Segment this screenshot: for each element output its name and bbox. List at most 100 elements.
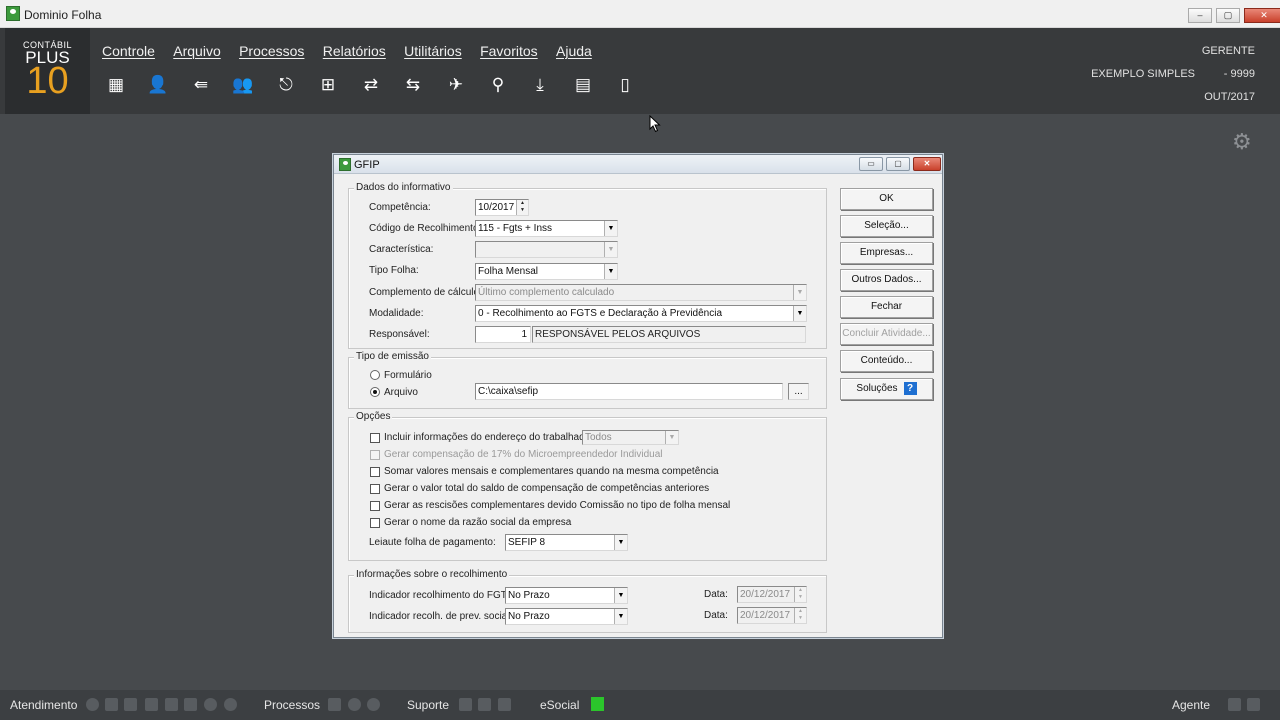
modalidade-select[interactable]: 0 - Recolhimento ao FGTS e Declaração à … — [475, 305, 807, 322]
dialog-minimize-button[interactable]: ▭ — [859, 157, 883, 171]
prev-indicator-select[interactable]: No Prazo ▼ — [505, 608, 628, 625]
menu-relatorios[interactable]: Relatórios — [323, 43, 386, 59]
arquivo-path-field[interactable]: C:\caixa\sefip — [475, 383, 783, 400]
agent-list-icon[interactable] — [1247, 698, 1260, 711]
prev-indicator-label: Indicador recolh. de prev. social: — [369, 611, 513, 622]
chevron-down-icon: ▼ — [604, 264, 617, 279]
saldo-compensacao-checkbox[interactable] — [370, 484, 380, 494]
calculator-icon[interactable]: ▤ — [568, 70, 598, 100]
document-exchange-icon[interactable]: ⇆ — [398, 70, 428, 100]
tipo-folha-select[interactable]: Folha Mensal ▼ — [475, 263, 618, 280]
person-icon[interactable]: 👤 — [143, 70, 173, 100]
fgts-date-spinner: ▲ ▼ — [794, 587, 806, 602]
selecao-button[interactable]: Seleção... — [840, 215, 933, 237]
browse-button[interactable]: ... — [788, 383, 809, 400]
maximize-button[interactable]: ▢ — [1216, 8, 1240, 23]
empresas-button[interactable]: Empresas... — [840, 242, 933, 264]
app-icon — [6, 6, 20, 21]
outros-dados-button[interactable]: Outros Dados... — [840, 269, 933, 291]
rescisoes-complementares-checkbox[interactable] — [370, 501, 380, 511]
somar-valores-checkbox[interactable] — [370, 467, 380, 477]
building-icon[interactable]: ▦ — [101, 70, 131, 100]
rescisoes-complementares-label: Gerar as rescisões complementares devido… — [384, 500, 731, 511]
menu-controle[interactable]: Controle — [102, 43, 155, 59]
header-company-code: - 9999 — [1223, 68, 1255, 80]
menu-ajuda[interactable]: Ajuda — [556, 43, 592, 59]
leiaute-select[interactable]: SEFIP 8 ▼ — [505, 534, 628, 551]
responsavel-code-field[interactable]: 1 — [475, 326, 531, 343]
status-dot-icon[interactable] — [367, 698, 380, 711]
download-icon[interactable]: ⤓ — [525, 70, 555, 100]
razao-social-checkbox[interactable] — [370, 518, 380, 528]
fgts-date-field: 20/12/2017 ▲ ▼ — [737, 586, 807, 603]
mouse-cursor-icon — [649, 115, 661, 133]
complemento-label: Complemento de cálculo: — [369, 287, 482, 298]
check-icon[interactable] — [328, 698, 341, 711]
competencia-field[interactable]: 10/2017 ▲ ▼ — [475, 199, 529, 216]
ok-button[interactable]: OK — [840, 188, 933, 210]
dialog-close-button[interactable]: ✕ — [913, 157, 941, 171]
dialog-maximize-button[interactable]: ▢ — [886, 157, 910, 171]
dialog-app-icon — [339, 158, 351, 171]
prev-date-label: Data: — [704, 610, 728, 621]
dialog-title: GFIP — [354, 159, 380, 171]
exit-door-icon[interactable]: ⎋ — [271, 70, 301, 100]
fgts-indicator-select[interactable]: No Prazo ▼ — [505, 587, 628, 604]
magnifier-icon[interactable]: ⚲ — [483, 70, 513, 100]
person-status-icon[interactable] — [145, 698, 158, 711]
razao-social-label: Gerar o nome da razão social da empresa — [384, 517, 572, 528]
window-title: Dominio Folha — [24, 8, 102, 22]
menu-arquivo[interactable]: Arquivo — [173, 43, 220, 59]
help-icon: ? — [903, 381, 917, 395]
fgts-indicator-label: Indicador recolhimento do FGTS: — [369, 590, 517, 601]
header-company: EXEMPLO SIMPLES — [1091, 68, 1195, 80]
list-icon[interactable] — [184, 698, 197, 711]
play-icon[interactable] — [86, 698, 99, 711]
calculator-sheet-icon[interactable]: ⊞ — [313, 70, 343, 100]
gear-icon[interactable]: ⚙ — [1232, 129, 1252, 155]
processos-label: Processos — [264, 698, 321, 712]
fechar-button[interactable]: Fechar — [840, 296, 933, 318]
person-search-icon[interactable]: 👥 — [228, 70, 258, 100]
message-icon[interactable] — [165, 698, 178, 711]
book-icon[interactable]: ▯ — [610, 70, 640, 100]
agent-status-icon[interactable] — [1228, 698, 1241, 711]
help-status-icon[interactable] — [459, 698, 472, 711]
chat-icon[interactable] — [105, 698, 118, 711]
chevron-down-icon: ▼ — [614, 609, 627, 624]
plus-icon[interactable] — [478, 698, 491, 711]
compensacao-mei-label: Gerar compensação de 17% do Microempreen… — [384, 449, 663, 460]
endereco-scope-select: Todos ▼ — [582, 430, 679, 445]
modalidade-label: Modalidade: — [369, 308, 424, 319]
gfip-dialog: GFIP ▭ ▢ ✕ Dados do informativo Competên… — [333, 154, 943, 638]
menu-bar: Controle Arquivo Processos Relatórios Ut… — [102, 43, 607, 61]
incluir-endereco-checkbox[interactable] — [370, 433, 380, 443]
menu-processos[interactable]: Processos — [239, 43, 304, 59]
chevron-down-icon: ▼ — [604, 242, 617, 257]
menu-utilitarios[interactable]: Utilitários — [404, 43, 462, 59]
chevron-down-icon: ▼ — [614, 535, 627, 550]
status-dot-icon[interactable] — [204, 698, 217, 711]
arquivo-radio[interactable] — [370, 387, 380, 397]
codigo-recolhimento-select[interactable]: 115 - Fgts + Inss ▼ — [475, 220, 618, 237]
transfer-arrows-icon[interactable]: ⇄ — [356, 70, 386, 100]
chevron-down-icon: ▼ — [604, 221, 617, 236]
document-icon[interactable] — [498, 698, 511, 711]
status-dot-icon[interactable] — [224, 698, 237, 711]
airplane-icon[interactable]: ✈ — [441, 70, 471, 100]
minimize-button[interactable]: ‒ — [1188, 8, 1212, 23]
incluir-endereco-label: Incluir informações do endereço do traba… — [384, 432, 594, 443]
competencia-spinner[interactable]: ▲ ▼ — [516, 200, 528, 215]
login-arrow-icon[interactable]: ⇚ — [186, 70, 216, 100]
responsavel-label: Responsável: — [369, 329, 430, 340]
status-dot-icon[interactable] — [348, 698, 361, 711]
close-window-button[interactable]: ✕ — [1244, 8, 1280, 23]
solucoes-button[interactable]: Soluções? — [840, 378, 933, 400]
formulario-radio[interactable] — [370, 370, 380, 380]
esocial-status-icon[interactable] — [591, 697, 604, 711]
menu-favoritos[interactable]: Favoritos — [480, 43, 538, 59]
conteudo-button[interactable]: Conteúdo... — [840, 350, 933, 372]
chevron-down-icon: ▼ — [614, 588, 627, 603]
grid-icon[interactable] — [124, 698, 137, 711]
chevron-down-icon: ▼ — [665, 431, 678, 444]
